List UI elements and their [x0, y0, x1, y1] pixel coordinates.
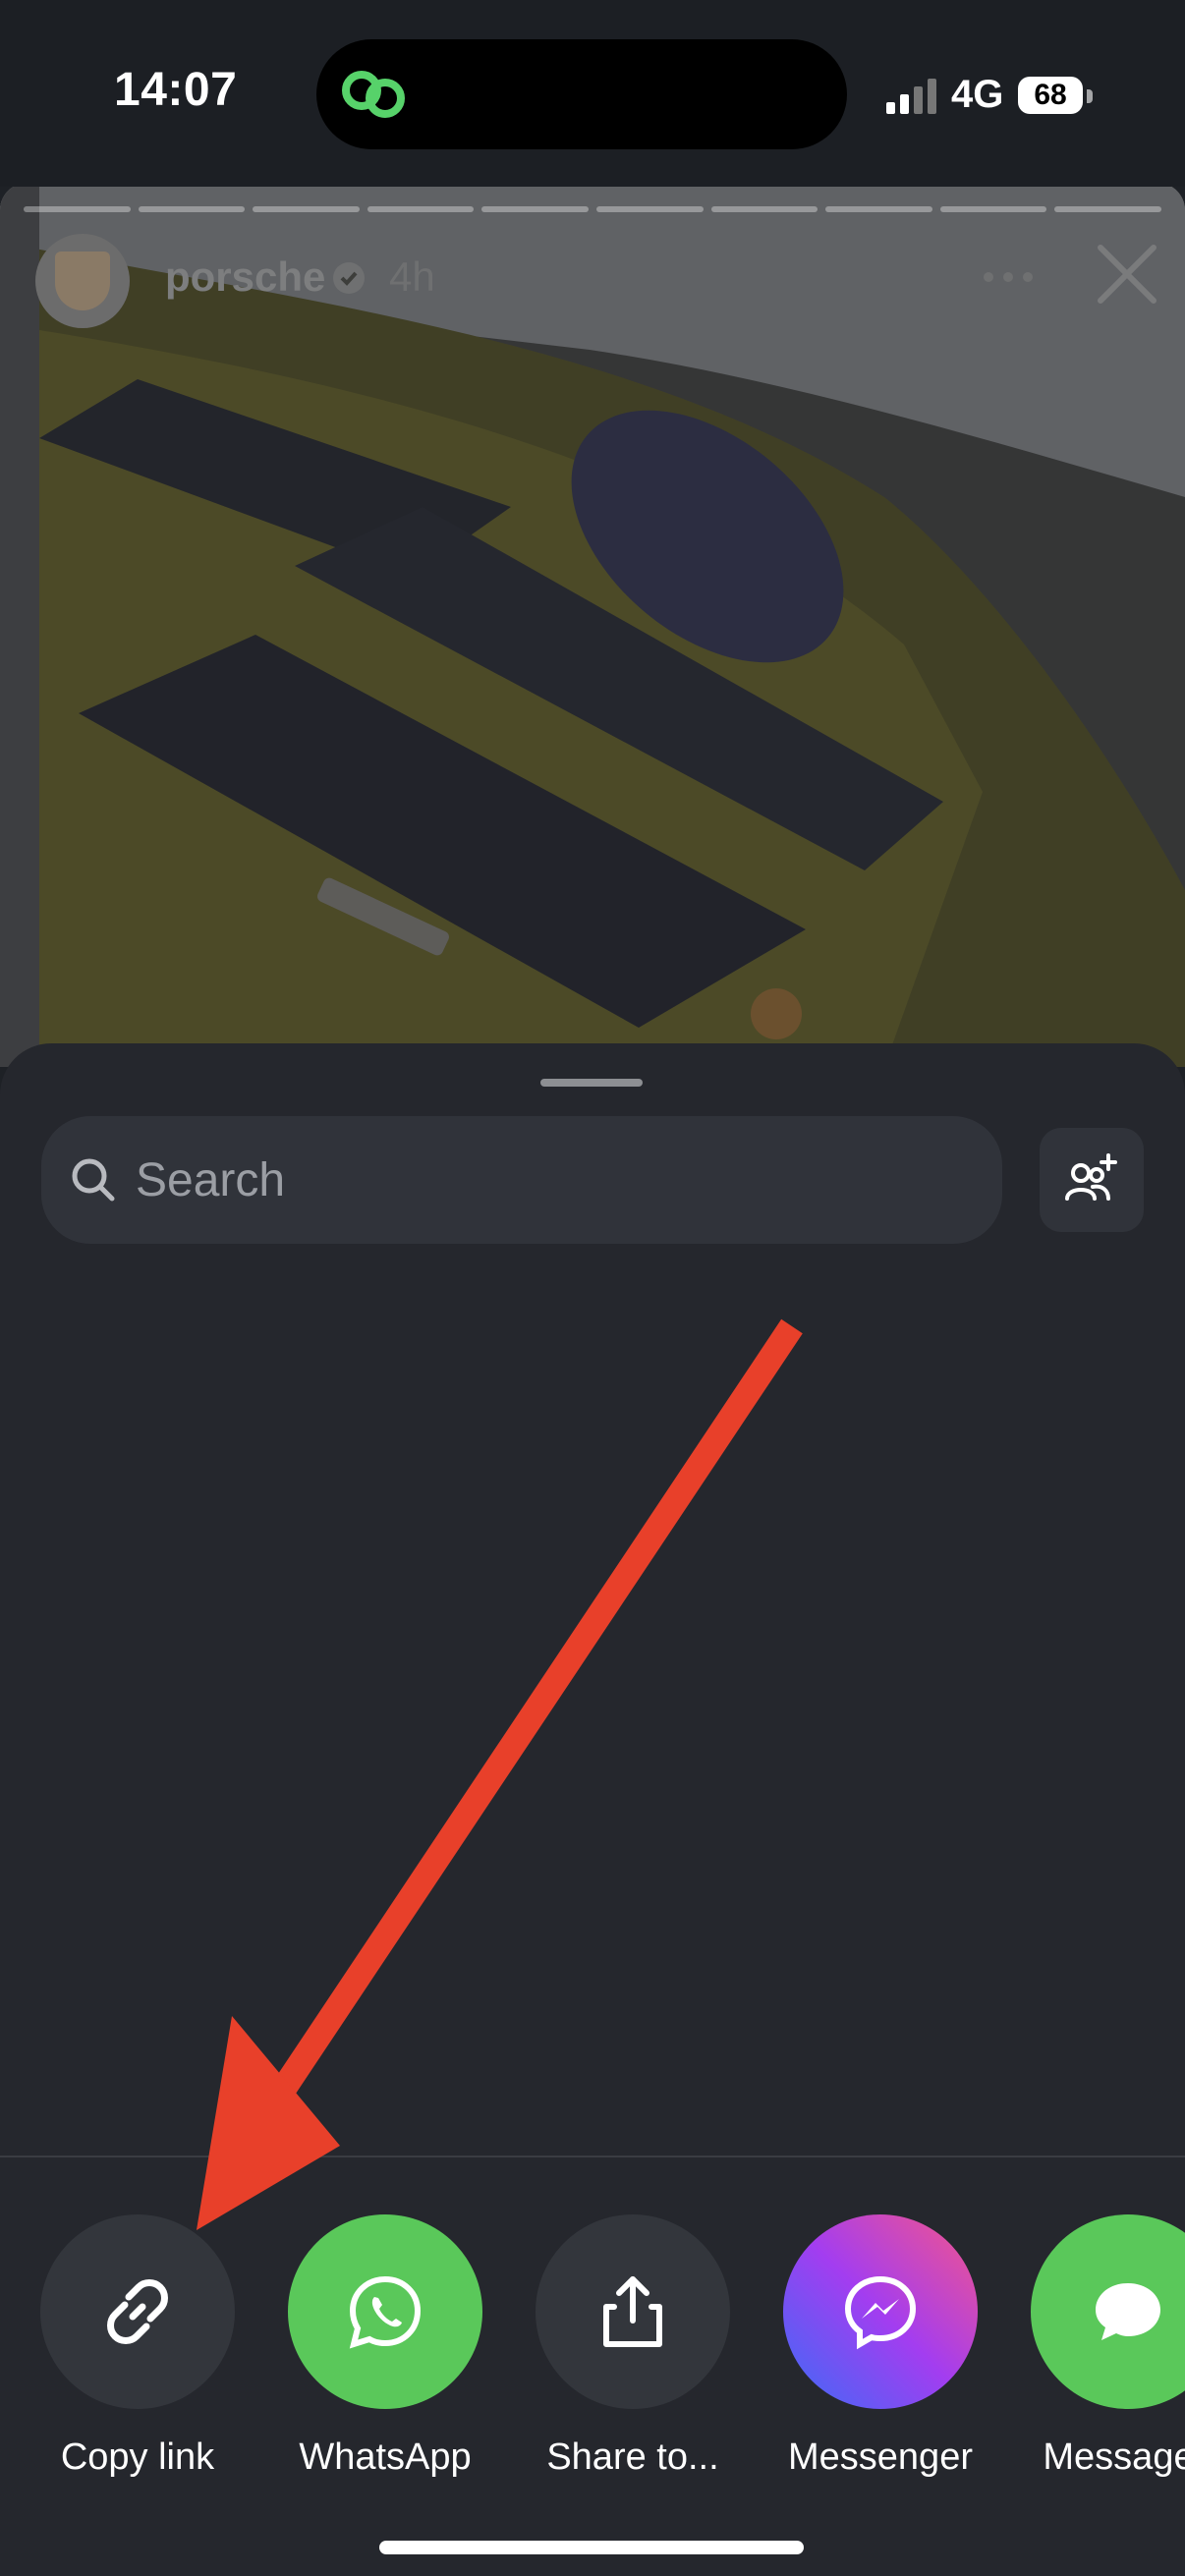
more-options-icon[interactable]: [981, 267, 1036, 287]
status-time: 14:07: [114, 64, 238, 116]
search-icon: [72, 1158, 115, 1202]
search-bar[interactable]: [41, 1116, 1002, 1244]
share-label: Share to...: [546, 2436, 719, 2478]
story-progress: [24, 206, 1161, 212]
whatsapp-button[interactable]: WhatsApp: [262, 2214, 488, 2509]
share-to-button[interactable]: Share to...: [510, 2214, 736, 2509]
share-label: Messenger: [788, 2436, 973, 2478]
avatar[interactable]: [35, 234, 130, 328]
share-label: Messages: [1043, 2436, 1185, 2478]
search-input[interactable]: [136, 1116, 981, 1244]
messenger-button[interactable]: Messenger: [758, 2214, 984, 2509]
messages-circle: [1031, 2214, 1185, 2409]
whatsapp-icon: [349, 2275, 422, 2349]
story-username[interactable]: porsche: [165, 253, 325, 301]
create-group-button[interactable]: [1040, 1128, 1144, 1232]
copy-link-button[interactable]: Copy link: [15, 2214, 241, 2509]
close-icon[interactable]: [1093, 240, 1161, 308]
whatsapp-circle: [288, 2214, 482, 2409]
messenger-circle: [783, 2214, 978, 2409]
link-activity-icon: [342, 71, 405, 118]
status-bar: 14:07 4G 68: [0, 0, 1185, 187]
add-people-icon: [1065, 1153, 1117, 1201]
copy-link-circle: [40, 2214, 235, 2409]
share-to-circle: [536, 2214, 730, 2409]
message-bubble-icon: [1096, 2283, 1160, 2340]
battery-icon: 68: [1018, 77, 1097, 116]
messenger-icon: [844, 2275, 917, 2350]
story-header: porsche 4h: [35, 234, 1157, 332]
messages-button[interactable]: Messages: [1005, 2214, 1185, 2509]
divider: [0, 2156, 1185, 2157]
verified-badge-icon: [333, 262, 365, 294]
battery-level: 68: [1018, 77, 1083, 114]
share-icon: [603, 2276, 662, 2347]
porsche-crest-icon: [55, 252, 110, 310]
story-viewer: porsche 4h: [0, 183, 1185, 1067]
cellular-signal-icon: [886, 79, 936, 114]
home-indicator: [379, 2541, 804, 2554]
share-label: Copy link: [60, 2436, 215, 2478]
story-age: 4h: [389, 253, 435, 300]
network-type: 4G: [951, 73, 1004, 116]
share-targets-row: Copy link WhatsApp Share to... Messenger…: [0, 2214, 1185, 2548]
dynamic-island: [316, 39, 847, 149]
share-label: WhatsApp: [299, 2436, 472, 2478]
link-icon: [107, 2279, 168, 2344]
sheet-grabber[interactable]: [540, 1079, 643, 1087]
share-sheet: Copy link WhatsApp: [0, 1043, 1185, 2576]
